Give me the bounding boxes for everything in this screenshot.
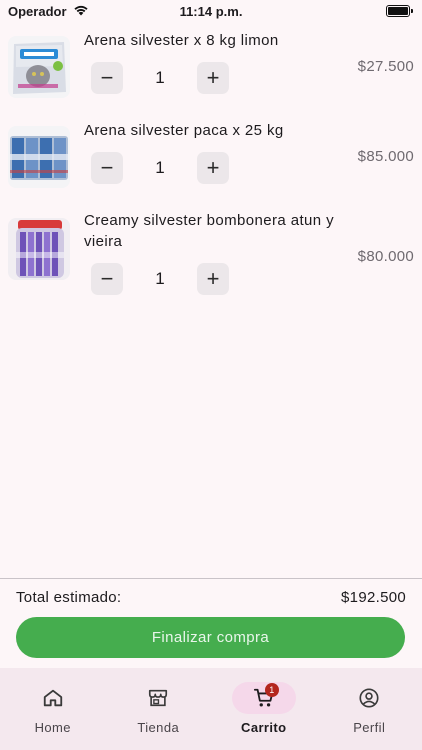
order-summary: Total estimado: $192.500 <box>16 589 406 606</box>
cart-item: Creamy silvester bombonera atun y vieira… <box>0 202 422 302</box>
carrier-label: Operador <box>8 3 67 19</box>
nav-label: Home <box>34 720 71 735</box>
cat-litter-bag-image <box>8 36 70 98</box>
decrement-button[interactable]: − <box>91 62 123 94</box>
nav-item-cart[interactable]: 1 Carrito <box>211 668 317 750</box>
increment-button[interactable]: + <box>197 263 229 295</box>
status-bar: Operador 11:14 p.m. <box>0 0 422 22</box>
quantity-value: 1 <box>155 68 165 87</box>
item-price: $80.000 <box>357 248 414 265</box>
nav-item-store[interactable]: Tienda <box>106 668 212 750</box>
item-price: $85.000 <box>357 148 414 165</box>
cart-list: Arena silvester x 8 kg limon − 1 + $27.5… <box>0 22 422 302</box>
cart-count-badge: 1 <box>264 683 279 697</box>
quantity-stepper: − 1 + <box>91 152 229 184</box>
item-name: Arena silvester paca x 25 kg <box>84 122 284 139</box>
total-value: $192.500 <box>341 589 406 606</box>
wifi-icon <box>73 4 89 19</box>
nav-item-home[interactable]: Home <box>0 668 106 750</box>
store-icon <box>126 682 190 714</box>
nav-item-profile[interactable]: Perfil <box>317 668 422 750</box>
status-left: Operador <box>8 4 89 19</box>
checkout-button[interactable]: Finalizar compra <box>16 617 405 658</box>
decrement-button[interactable]: − <box>91 263 123 295</box>
total-label: Total estimado: <box>16 589 122 606</box>
quantity-stepper: − 1 + <box>91 263 229 295</box>
home-icon <box>21 682 85 714</box>
nav-label: Tienda <box>137 720 180 735</box>
nav-label: Carrito <box>241 720 287 735</box>
quantity-stepper: − 1 + <box>91 62 229 94</box>
quantity-value: 1 <box>155 269 165 288</box>
cart-item: Arena silvester paca x 25 kg − 1 + $85.0… <box>0 112 422 202</box>
cat-treats-jar-image <box>8 218 70 280</box>
increment-button[interactable]: + <box>197 62 229 94</box>
item-price: $27.500 <box>357 58 414 75</box>
nav-label: Perfil <box>353 720 386 735</box>
decrement-button[interactable]: − <box>91 152 123 184</box>
item-name: Arena silvester x 8 kg limon <box>84 32 279 49</box>
cat-litter-pack-image <box>8 126 70 188</box>
quantity-value: 1 <box>155 158 165 177</box>
cart-item: Arena silvester x 8 kg limon − 1 + $27.5… <box>0 22 422 112</box>
battery-icon <box>386 5 413 17</box>
increment-button[interactable]: + <box>197 152 229 184</box>
summary-divider <box>0 578 422 579</box>
profile-icon <box>337 682 401 714</box>
item-name: Creamy silvester bombonera atun y vieira <box>84 212 334 250</box>
cart-icon: 1 <box>231 682 296 714</box>
bottom-navigation: Home Tienda 1 Carrito Perfil <box>0 668 422 750</box>
